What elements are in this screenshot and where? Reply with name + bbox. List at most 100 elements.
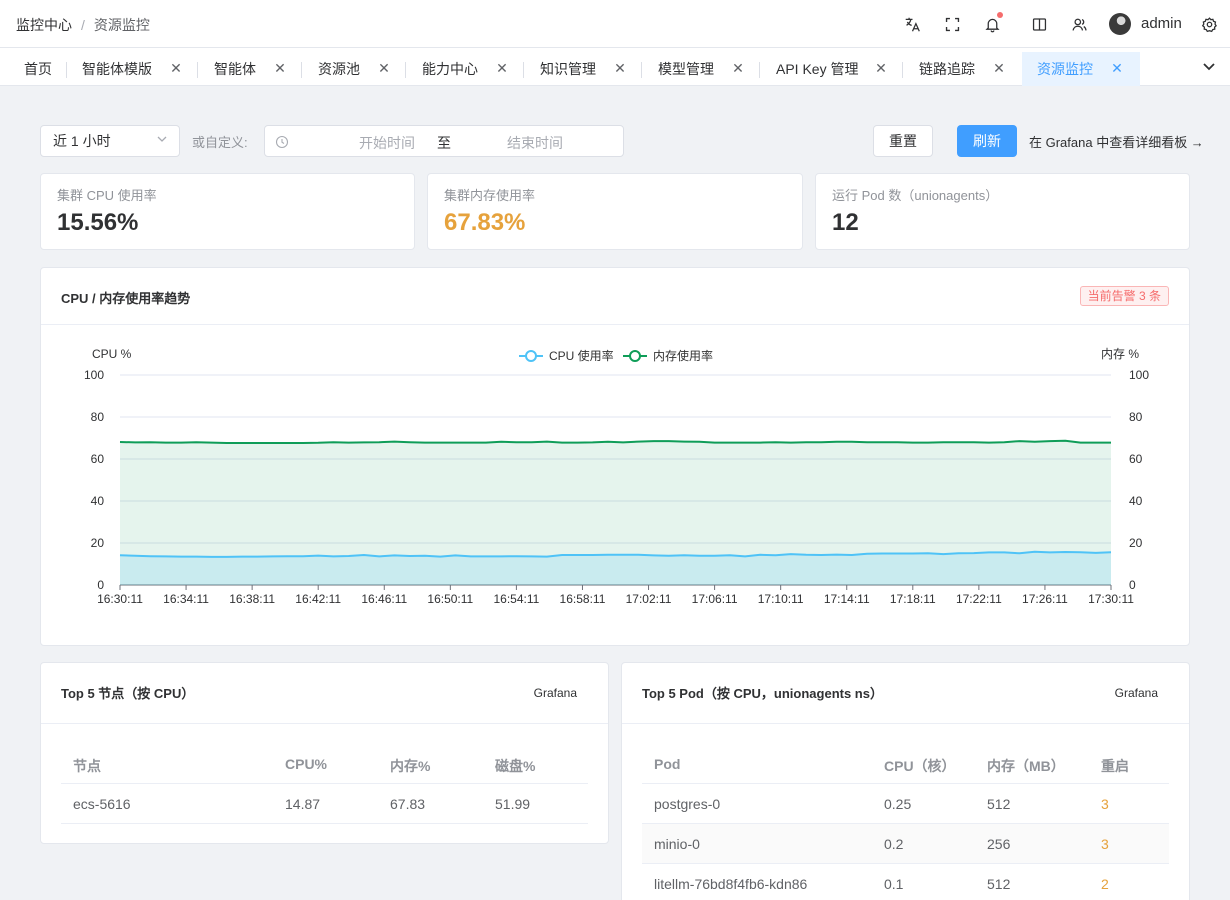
y-tick-label-right: 0 <box>1129 578 1136 592</box>
table-row[interactable]: litellm-76bd8f4fb6-kdn86 0.1 512 2 <box>642 864 1169 900</box>
y-tick-label-right: 80 <box>1129 410 1143 424</box>
column-header: Pod <box>654 756 681 772</box>
translate-icon[interactable] <box>902 14 922 34</box>
column-header: CPU（核） <box>884 758 956 774</box>
y-tick-label-right: 20 <box>1129 536 1143 550</box>
username[interactable]: admin <box>1141 15 1182 32</box>
refresh-button[interactable]: 刷新 <box>957 125 1017 157</box>
x-tick-label: 17:06:11 <box>692 592 738 606</box>
table-cell: 2 <box>1101 876 1109 892</box>
tab-capability-center[interactable]: 能力中心 ✕ <box>422 52 508 86</box>
column-header: 内存% <box>390 758 431 774</box>
notification-dot <box>997 12 1003 18</box>
close-icon[interactable]: ✕ <box>377 60 391 76</box>
tab-home[interactable]: 首页 <box>24 52 52 86</box>
legend-label: CPU 使用率 <box>549 348 614 363</box>
table-cell: litellm-76bd8f4fb6-kdn86 <box>654 876 808 892</box>
date-range-picker[interactable]: 开始时间 至 结束时间 <box>264 125 624 157</box>
table-row[interactable]: ecs-5616 14.87 67.83 51.99 <box>61 784 588 824</box>
tab-agents[interactable]: 智能体 ✕ <box>214 52 286 86</box>
grafana-link[interactable]: Grafana <box>534 686 577 700</box>
x-tick-label: 16:58:11 <box>560 592 606 606</box>
memory-usage-card: 集群内存使用率 67.83% <box>427 173 803 250</box>
chevron-down-icon[interactable] <box>1201 58 1217 74</box>
y-axis-title-left: CPU % <box>92 347 132 361</box>
table-cell: 51.99 <box>495 796 531 812</box>
table-header: Pod CPU（核） 内存（MB） 重启 <box>642 744 1169 784</box>
tab-label: 智能体 <box>214 61 256 77</box>
table-row[interactable]: minio-0 0.2 256 3 <box>642 824 1169 864</box>
tab-divider <box>197 62 198 78</box>
users-icon[interactable] <box>1069 14 1089 34</box>
tab-divider <box>759 62 760 78</box>
tab-agent-templates[interactable]: 智能体模版 ✕ <box>82 52 182 86</box>
reset-button[interactable]: 重置 <box>873 125 933 157</box>
tab-bar: 首页 智能体模版 ✕ 智能体 ✕ 资源池 ✕ 能力中心 ✕ 知识管理 ✕ 模型管… <box>0 48 1230 86</box>
column-header: 内存（MB） <box>987 758 1065 774</box>
table-cell: 256 <box>987 836 1011 852</box>
stat-label: 集群内存使用率 <box>444 188 536 203</box>
stat-value: 15.56% <box>57 209 139 236</box>
breadcrumb-root[interactable]: 监控中心 <box>16 15 72 35</box>
series-line <box>119 439 1111 444</box>
y-tick-label-left: 80 <box>91 410 105 424</box>
top-pods-panel: Top 5 Pod（按 CPU，unionagents ns） Grafana … <box>621 662 1190 900</box>
panel-title: Top 5 节点（按 CPU） <box>61 686 195 701</box>
x-tick-label: 17:30:11 <box>1088 592 1134 606</box>
panel-title: Top 5 Pod（按 CPU，unionagents ns） <box>642 686 883 701</box>
y-tick-label-left: 0 <box>97 578 104 592</box>
y-tick-label-right: 60 <box>1129 452 1143 466</box>
close-icon[interactable]: ✕ <box>1110 60 1124 76</box>
close-icon[interactable]: ✕ <box>992 60 1006 76</box>
stat-value: 12 <box>832 209 859 236</box>
table-cell: minio-0 <box>654 836 700 852</box>
grafana-dashboard-link[interactable]: 在 Grafana 中查看详细看板 → <box>1029 132 1204 151</box>
close-icon[interactable]: ✕ <box>874 60 888 76</box>
legend-label: 内存使用率 <box>653 348 713 363</box>
tab-label: 链路追踪 <box>919 61 975 77</box>
table-cell: 3 <box>1101 836 1109 852</box>
tab-label: 模型管理 <box>658 61 714 77</box>
end-time-input[interactable]: 结束时间 <box>475 133 595 153</box>
tab-label: 资源池 <box>318 61 360 77</box>
grafana-link[interactable]: Grafana <box>1115 686 1158 700</box>
close-icon[interactable]: ✕ <box>731 60 745 76</box>
tab-resource-pool[interactable]: 资源池 ✕ <box>318 52 390 86</box>
tab-label: 智能体模版 <box>82 61 152 77</box>
close-icon[interactable]: ✕ <box>273 60 287 76</box>
table-row[interactable]: postgres-0 0.25 512 3 <box>642 784 1169 824</box>
x-tick-label: 16:46:11 <box>361 592 407 606</box>
time-range-select[interactable]: 近 1 小时 <box>40 125 180 157</box>
tab-divider <box>405 62 406 78</box>
column-header: 节点 <box>73 758 101 774</box>
table-cell: 0.1 <box>884 876 904 892</box>
x-tick-label: 16:38:11 <box>229 592 275 606</box>
tab-resource-monitor[interactable]: 资源监控 ✕ <box>1022 52 1140 86</box>
legend-marker <box>525 350 537 362</box>
y-tick-label-right: 100 <box>1129 368 1149 382</box>
start-time-input[interactable]: 开始时间 <box>327 133 447 153</box>
book-icon[interactable] <box>1029 14 1049 34</box>
tab-models[interactable]: 模型管理 ✕ <box>658 52 744 86</box>
pod-count-card: 运行 Pod 数（unionagents） 12 <box>815 173 1190 250</box>
trend-panel: CPU / 内存使用率趋势 当前告警 3 条 0 0 20 20 40 40 60 60 80 8… <box>40 267 1190 646</box>
close-icon[interactable]: ✕ <box>613 60 627 76</box>
tab-divider <box>902 62 903 78</box>
table-cell: 14.87 <box>285 796 321 812</box>
tab-api-keys[interactable]: API Key 管理 ✕ <box>776 52 888 86</box>
settings-icon[interactable] <box>1199 14 1219 34</box>
tab-divider <box>523 62 524 78</box>
close-icon[interactable]: ✕ <box>495 60 509 76</box>
avatar[interactable] <box>1109 13 1131 35</box>
y-tick-label-left: 100 <box>84 368 104 382</box>
legend-marker <box>629 350 641 362</box>
fullscreen-icon[interactable] <box>942 14 962 34</box>
x-tick-label: 17:26:11 <box>1022 592 1068 606</box>
tab-tracing[interactable]: 链路追踪 ✕ <box>919 52 1005 86</box>
tab-label: 能力中心 <box>422 61 478 77</box>
divider <box>41 723 608 724</box>
stat-label: 运行 Pod 数（unionagents） <box>832 188 999 203</box>
tab-knowledge[interactable]: 知识管理 ✕ <box>540 52 626 86</box>
breadcrumb-separator: / <box>81 17 85 33</box>
close-icon[interactable]: ✕ <box>169 60 183 76</box>
